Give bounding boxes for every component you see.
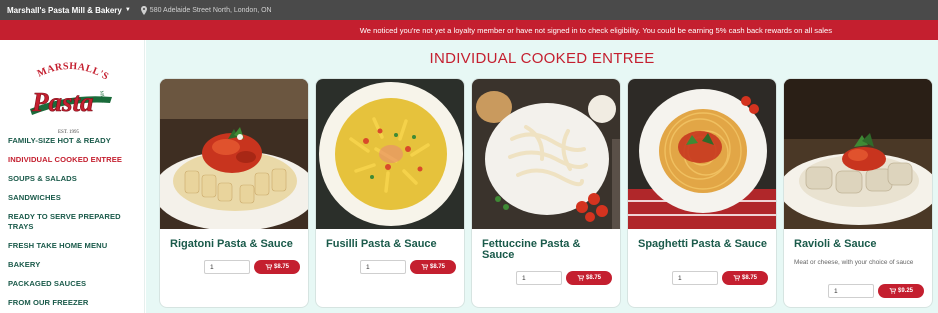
rigatoni-photo[interactable]: [160, 79, 309, 229]
price-label[interactable]: $9.25: [898, 288, 913, 294]
quantity-input[interactable]: [360, 260, 406, 274]
add-to-cart-button[interactable]: $9.25: [878, 284, 924, 298]
product-name[interactable]: Spaghetti Pasta & Sauce: [638, 239, 770, 250]
cart-icon: [421, 264, 428, 270]
cart-icon: [733, 275, 740, 281]
add-to-cart-button[interactable]: $8.75: [566, 271, 612, 285]
sidebar-item-individual-entree[interactable]: INDIVIDUAL COOKED ENTREE: [8, 155, 140, 165]
product-card: Ravioli & Sauce Meat or cheese, with you…: [783, 78, 933, 308]
product-name[interactable]: Fettuccine Pasta & Sauce: [482, 239, 614, 261]
quantity-input[interactable]: [672, 271, 718, 285]
fusilli-photo[interactable]: [316, 79, 465, 229]
store-address: 580 Adelaide Street North, London, ON: [140, 5, 272, 15]
cart-icon: [265, 264, 272, 270]
logo-word: Pasta: [31, 87, 94, 117]
add-to-cart-button[interactable]: $8.75: [410, 260, 456, 274]
add-to-cart-button[interactable]: $8.75: [254, 260, 300, 274]
ravioli-photo[interactable]: [784, 79, 933, 229]
quantity-input[interactable]: [204, 260, 250, 274]
page-title: INDIVIDUAL COOKED ENTREE: [429, 50, 655, 67]
quantity-input[interactable]: [828, 284, 874, 298]
logo-brand-text: MARSHALL'S: [36, 61, 110, 83]
product-name[interactable]: Rigatoni Pasta & Sauce: [170, 239, 302, 250]
loyalty-message: We noticed you're not yet a loyalty memb…: [359, 25, 832, 35]
price-label[interactable]: $8.75: [274, 264, 289, 270]
sidebar-item-sandwiches[interactable]: SANDWICHES: [8, 193, 140, 203]
sidebar-item-take-home[interactable]: FRESH TAKE HOME MENU: [8, 241, 140, 251]
sidebar-item-packaged-sauces[interactable]: PACKAGED SAUCES: [8, 279, 140, 289]
sidebar-item-soups-salads[interactable]: SOUPS & SALADS: [8, 174, 140, 184]
add-to-cart-button[interactable]: $8.75: [722, 271, 768, 285]
store-name[interactable]: Marshall's Pasta Mill & Bakery: [7, 6, 122, 15]
product-card: Rigatoni Pasta & Sauce $8.75: [159, 78, 309, 308]
caret-down-icon[interactable]: ▼: [125, 7, 131, 13]
fettuccine-photo[interactable]: [472, 79, 621, 229]
price-label[interactable]: $8.75: [430, 264, 445, 270]
sidebar-item-freezer[interactable]: FROM OUR FREEZER: [8, 298, 140, 308]
cart-icon: [577, 275, 584, 281]
location-pin-icon: [140, 5, 147, 15]
marshalls-pasta-logo[interactable]: MARSHALL'S Pasta MILL EST. 1995: [22, 53, 118, 145]
product-description: Meat or cheese, with your choice of sauc…: [794, 259, 914, 266]
sidebar: MARSHALL'S Pasta MILL EST. 1995 FAMILY-S…: [0, 40, 145, 313]
main-content: INDIVIDUAL COOKED ENTREE Rigatoni Pasta …: [146, 40, 938, 313]
loyalty-banner: We noticed you're not yet a loyalty memb…: [0, 20, 938, 40]
svg-text:MARSHALL'S: MARSHALL'S: [36, 61, 111, 83]
product-card: Spaghetti Pasta & Sauce $8.75: [627, 78, 777, 308]
product-name[interactable]: Fusilli Pasta & Sauce: [326, 239, 458, 250]
top-bar: Marshall's Pasta Mill & Bakery ▼ 580 Ade…: [0, 0, 938, 20]
category-nav: FAMILY-SIZE HOT & READY INDIVIDUAL COOKE…: [8, 136, 140, 313]
spaghetti-photo[interactable]: [628, 79, 777, 229]
sidebar-item-family-size[interactable]: FAMILY-SIZE HOT & READY: [8, 136, 140, 146]
address-text: 580 Adelaide Street North, London, ON: [149, 6, 272, 14]
price-label[interactable]: $8.75: [742, 275, 757, 281]
cart-icon: [889, 288, 896, 294]
product-name[interactable]: Ravioli & Sauce: [794, 239, 926, 250]
logo-est-text: EST. 1995: [58, 130, 80, 135]
price-label[interactable]: $8.75: [586, 275, 601, 281]
sidebar-item-prepared-trays[interactable]: READY TO SERVE PREPARED TRAYS: [8, 212, 140, 232]
product-card: Fusilli Pasta & Sauce $8.75: [315, 78, 465, 308]
product-card: Fettuccine Pasta & Sauce $8.75: [471, 78, 621, 308]
quantity-input[interactable]: [516, 271, 562, 285]
store-selector[interactable]: Marshall's Pasta Mill & Bakery ▼: [7, 6, 131, 15]
sidebar-item-bakery[interactable]: BAKERY: [8, 260, 140, 270]
